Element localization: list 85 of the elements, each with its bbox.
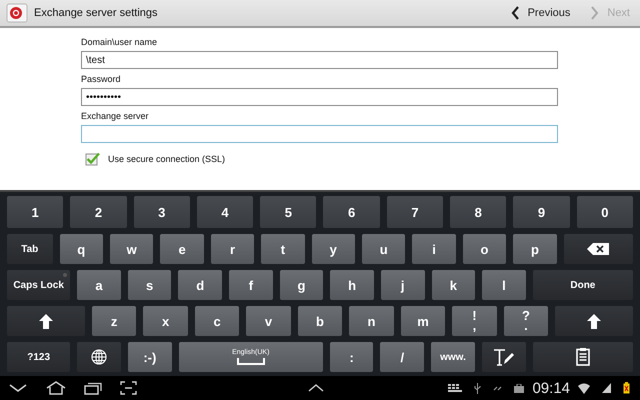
shift-key[interactable] bbox=[7, 306, 85, 336]
window-title: Exchange server settings bbox=[34, 7, 158, 19]
keyboard-key[interactable]: p bbox=[513, 234, 557, 264]
keyboard-key[interactable]: w bbox=[110, 234, 154, 264]
keyboard-key[interactable]: l bbox=[482, 270, 526, 300]
keyboard-key[interactable]: t bbox=[261, 234, 305, 264]
keyboard-key[interactable]: ? . bbox=[504, 306, 548, 336]
arrow-up-icon bbox=[38, 314, 53, 328]
shift-key[interactable] bbox=[555, 306, 634, 336]
back-icon[interactable] bbox=[8, 383, 28, 393]
keyboard-key[interactable]: :-) bbox=[128, 342, 172, 372]
keyboard-key[interactable]: r bbox=[210, 234, 254, 264]
number-key[interactable]: 3 bbox=[134, 196, 190, 228]
keyboard-key[interactable]: ! , bbox=[452, 306, 497, 336]
signal-icon bbox=[602, 383, 612, 393]
keyboard-key[interactable]: / bbox=[380, 342, 424, 372]
field-label: Domain\user name bbox=[81, 37, 158, 47]
usb-icon bbox=[474, 382, 482, 394]
tab-key[interactable]: Tab bbox=[7, 234, 53, 264]
keyboard-key[interactable]: m bbox=[400, 306, 446, 336]
input-field[interactable]: •••••••••• bbox=[81, 88, 558, 106]
keyboard-key[interactable]: k bbox=[432, 270, 476, 300]
backspace-key[interactable] bbox=[564, 234, 634, 264]
recent-apps-icon[interactable] bbox=[84, 382, 102, 394]
clipboard-icon bbox=[576, 348, 590, 366]
keyboard-key[interactable]: c bbox=[194, 306, 240, 336]
chevron-left-icon bbox=[510, 6, 520, 20]
keyboard-key[interactable]: i bbox=[412, 234, 456, 264]
keyboard-key[interactable]: j bbox=[380, 270, 424, 300]
battery-icon bbox=[623, 382, 630, 394]
number-key[interactable]: 7 bbox=[386, 196, 444, 228]
number-key[interactable]: 4 bbox=[196, 196, 254, 228]
symbols-key[interactable]: ?123 bbox=[7, 342, 70, 372]
mail-app-icon[interactable] bbox=[6, 3, 28, 23]
keyboard-key[interactable]: n bbox=[349, 306, 394, 336]
sync-icon bbox=[493, 384, 502, 392]
home-icon[interactable] bbox=[46, 381, 66, 395]
number-key[interactable]: 2 bbox=[70, 196, 127, 228]
keyboard-key[interactable]: x bbox=[143, 306, 188, 336]
number-key[interactable]: 1 bbox=[7, 196, 64, 228]
clock: 09:14 bbox=[532, 380, 570, 396]
done-key[interactable]: Done bbox=[532, 270, 634, 300]
keyboard-icon bbox=[448, 384, 462, 392]
keyboard-key[interactable]: z bbox=[92, 306, 136, 336]
keyboard-key[interactable]: f bbox=[229, 270, 273, 300]
checkbox[interactable] bbox=[85, 152, 100, 166]
keyboard-key[interactable]: e bbox=[160, 234, 204, 264]
keyboard-key[interactable]: a bbox=[77, 270, 121, 300]
checkbox-label: Use secure connection (SSL) bbox=[108, 154, 226, 164]
keyboard-key[interactable]: g bbox=[280, 270, 324, 300]
number-key[interactable]: 0 bbox=[576, 196, 633, 228]
keyboard-key[interactable]: y bbox=[312, 234, 355, 264]
number-key[interactable]: 5 bbox=[260, 196, 316, 228]
input-field[interactable] bbox=[81, 125, 558, 143]
keyboard-key[interactable]: o bbox=[462, 234, 506, 264]
caps-lock-key[interactable]: Caps Lock bbox=[7, 270, 70, 300]
screenshot-icon[interactable] bbox=[120, 381, 137, 395]
keyboard-key[interactable]: h bbox=[330, 270, 374, 300]
space-bar-icon bbox=[236, 358, 265, 365]
field-label: Password bbox=[81, 74, 122, 84]
keyboard-key[interactable]: q bbox=[60, 234, 103, 264]
wifi-icon bbox=[578, 382, 590, 394]
keyboard-key[interactable]: u bbox=[362, 234, 406, 264]
text-pen-icon bbox=[492, 348, 515, 366]
chevron-right-icon bbox=[590, 6, 600, 20]
number-key[interactable]: 6 bbox=[323, 196, 380, 228]
number-key[interactable]: 8 bbox=[450, 196, 506, 228]
caret-up-icon[interactable] bbox=[308, 384, 324, 392]
language-key[interactable] bbox=[77, 342, 121, 372]
briefcase-icon bbox=[514, 384, 524, 392]
keyboard-key[interactable]: d bbox=[178, 270, 222, 300]
keyboard-key[interactable]: v bbox=[246, 306, 291, 336]
backspace-icon bbox=[587, 243, 610, 255]
keyboard-key[interactable]: b bbox=[298, 306, 342, 336]
globe-icon bbox=[91, 349, 108, 365]
arrow-up-icon bbox=[587, 314, 602, 328]
previous-button[interactable]: Previous bbox=[506, 6, 574, 20]
keyboard-key[interactable]: s bbox=[128, 270, 172, 300]
handwriting-key[interactable] bbox=[482, 342, 526, 372]
keyboard-key[interactable]: www. bbox=[431, 342, 475, 372]
input-field[interactable]: \test bbox=[81, 51, 558, 69]
number-key[interactable]: 9 bbox=[513, 196, 570, 228]
keyboard-key[interactable]: : bbox=[330, 342, 374, 372]
clipboard-key[interactable] bbox=[532, 342, 633, 372]
field-label: Exchange server bbox=[81, 111, 150, 121]
